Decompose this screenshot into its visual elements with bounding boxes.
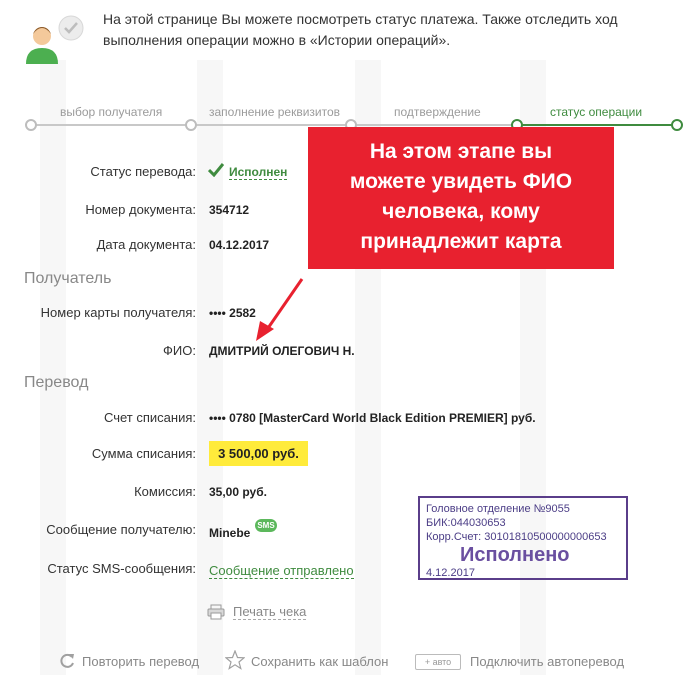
annotation-callout: На этом этапе вы можете увидеть ФИО чело… xyxy=(308,127,614,269)
doc-number-label: Номер документа: xyxy=(85,202,196,217)
repeat-icon xyxy=(58,652,76,675)
doc-number-value: 354712 xyxy=(209,203,250,217)
recipient-section-title: Получатель xyxy=(24,270,112,287)
step-label: подтверждение xyxy=(394,105,481,119)
auto-badge-icon: + авто xyxy=(415,654,461,670)
annotation-arrow-icon xyxy=(250,275,310,350)
stamp-line: БИК:044030653 xyxy=(426,517,506,529)
status-value[interactable]: Исполнен xyxy=(229,165,288,180)
check-icon xyxy=(207,163,225,182)
sms-status-label: Статус SMS-сообщения: xyxy=(47,561,196,576)
account-label: Счет списания: xyxy=(103,410,196,425)
fee-value: 35,00 руб. xyxy=(209,485,267,499)
doc-date-value: 04.12.2017 xyxy=(209,238,270,252)
star-icon xyxy=(224,649,246,675)
sms-status-value[interactable]: Сообщение отправлено xyxy=(209,563,354,579)
intro-line-1: На этой странице Вы можете посмотреть ст… xyxy=(103,11,618,27)
step-dot xyxy=(25,119,37,131)
step-label-active: статус операции xyxy=(550,105,643,119)
step-label: выбор получателя xyxy=(60,105,163,119)
transfer-section-title: Перевод xyxy=(24,374,89,391)
card-value: •••• 2582 xyxy=(209,306,256,320)
account-value: •••• 0780 [MasterCard World Black Editio… xyxy=(209,411,536,425)
callout-line: можете увидеть ФИО xyxy=(349,170,573,193)
stamp-date: 4.12.2017 xyxy=(426,567,475,579)
auto-transfer-link[interactable]: Подключить автоперевод xyxy=(470,654,624,669)
message-label: Сообщение получателю: xyxy=(46,522,196,537)
bank-stamp: Головное отделение №9055 БИК:044030653 К… xyxy=(418,496,628,580)
intro-text: На этой странице Вы можете посмотреть ст… xyxy=(103,9,663,51)
repeat-transfer-link[interactable]: Повторить перевод xyxy=(82,654,199,669)
message-value: Minebe xyxy=(209,526,251,540)
name-label: ФИО: xyxy=(163,343,196,358)
step-dot xyxy=(185,119,197,131)
sms-badge-icon: SMS xyxy=(255,519,277,532)
steps-track-active xyxy=(516,124,675,126)
step-label: заполнение реквизитов xyxy=(209,105,341,119)
amount-value: 3 500,00 руб. xyxy=(209,441,308,466)
user-status-icon xyxy=(22,14,84,64)
stamp-line: Головное отделение №9055 xyxy=(426,503,570,515)
fee-label: Комиссия: xyxy=(134,484,196,499)
steps-track xyxy=(32,124,516,126)
background-stripe xyxy=(197,60,223,675)
doc-date-label: Дата документа: xyxy=(96,237,196,252)
save-template-link[interactable]: Сохранить как шаблон xyxy=(251,654,388,669)
printer-icon xyxy=(207,604,225,625)
background-stripe xyxy=(40,60,66,675)
status-label: Статус перевода: xyxy=(90,164,196,179)
card-label: Номер карты получателя: xyxy=(40,305,196,320)
print-receipt-link[interactable]: Печать чека xyxy=(233,604,307,620)
callout-line: принадлежит карта xyxy=(360,230,562,253)
callout-line: На этом этапе вы xyxy=(369,140,553,163)
stamp-line: Корр.Счет: 30101810500000000653 xyxy=(426,531,607,543)
amount-label: Сумма списания: xyxy=(91,446,196,461)
step-dot-end xyxy=(671,119,683,131)
intro-line-2: выполнения операции можно в «Истории опе… xyxy=(103,32,451,48)
callout-line: человека, кому xyxy=(382,200,540,223)
stamp-status: Исполнено xyxy=(460,544,570,566)
